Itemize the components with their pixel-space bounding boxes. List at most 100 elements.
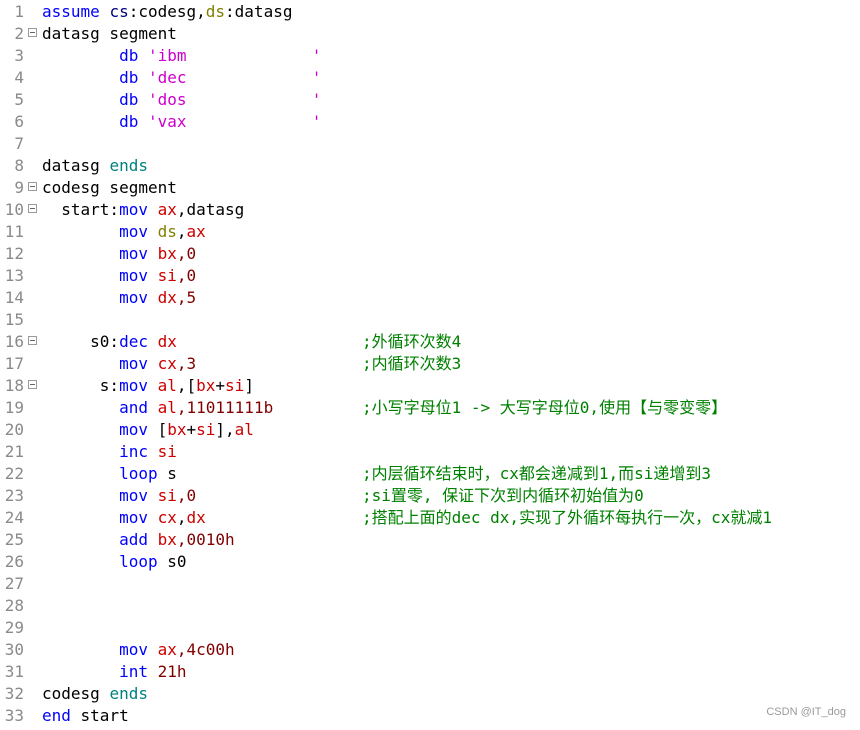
- line-number: 6: [14, 112, 24, 131]
- code-line[interactable]: 14 mov dx,5: [0, 287, 860, 309]
- line-number: 31: [4, 662, 24, 681]
- code-text: mov ax,4c00h: [42, 639, 235, 661]
- code-token: :codesg,: [128, 2, 206, 21]
- code-token: +: [186, 420, 197, 439]
- line-number: 2: [14, 24, 24, 43]
- code-line[interactable]: 20 mov [bx+si],al: [0, 419, 860, 441]
- code-line[interactable]: 23 mov si,0 ;si置零, 保证下次到内循环初始值为0: [0, 485, 860, 507]
- code-editor[interactable]: 1 assume cs:codesg,ds:datasg 2 datasg segme…: [0, 0, 860, 730]
- code-token: datasg: [42, 156, 110, 175]
- code-line[interactable]: 10 start:mov ax,datasg: [0, 199, 860, 221]
- line-number: 24: [4, 508, 24, 527]
- fold-toggle-icon[interactable]: [28, 380, 37, 389]
- code-token: cx: [157, 508, 177, 527]
- code-token: dx: [157, 332, 177, 351]
- watermark: CSDN @IT_dog: [766, 706, 846, 718]
- code-line[interactable]: 25 add bx,0010h: [0, 529, 860, 551]
- fold-toggle-icon[interactable]: [28, 204, 37, 213]
- code-line[interactable]: 19 and al,11011111b ;小写字母位1 -> 大写字母位0,使用【…: [0, 397, 860, 419]
- code-line[interactable]: 33 end start: [0, 705, 860, 727]
- code-line[interactable]: 5 db 'dos ': [0, 89, 860, 111]
- code-token: db: [119, 112, 139, 131]
- code-token: ,0010h: [176, 530, 235, 549]
- code-line[interactable]: 30 mov ax,4c00h: [0, 639, 860, 661]
- code-token: s0:: [42, 332, 120, 351]
- code-line[interactable]: 21 inc si: [0, 441, 860, 463]
- code-line[interactable]: 15: [0, 309, 860, 331]
- code-line[interactable]: 12 mov bx,0: [0, 243, 860, 265]
- code-text: and al,11011111b: [42, 397, 273, 419]
- code-token: al: [234, 420, 254, 439]
- code-line[interactable]: 13 mov si,0: [0, 265, 860, 287]
- line-number: 20: [4, 420, 24, 439]
- code-token: start:: [42, 200, 120, 219]
- code-token: 'dec ': [147, 68, 322, 87]
- line-number: 28: [4, 596, 24, 615]
- code-line[interactable]: 32 codesg ends: [0, 683, 860, 705]
- code-token: si: [196, 420, 216, 439]
- code-line[interactable]: 17 mov cx,3 ;内循环次数3: [0, 353, 860, 375]
- code-line[interactable]: 27: [0, 573, 860, 595]
- fold-toggle-icon[interactable]: [28, 336, 37, 345]
- code-line[interactable]: 4 db 'dec ': [0, 67, 860, 89]
- code-line[interactable]: 6 db 'vax ': [0, 111, 860, 133]
- line-number: 4: [14, 68, 24, 87]
- fold-toggle-icon[interactable]: [28, 28, 37, 37]
- code-line[interactable]: 16 s0:dec dx ;外循环次数4: [0, 331, 860, 353]
- line-number: 13: [4, 266, 24, 285]
- line-number: 18: [4, 376, 24, 395]
- line-number: 27: [4, 574, 24, 593]
- code-line[interactable]: 18 s:mov al,[bx+si]: [0, 375, 860, 397]
- line-number: 22: [4, 464, 24, 483]
- code-line[interactable]: 1 assume cs:codesg,ds:datasg: [0, 1, 860, 23]
- code-line[interactable]: 22 loop s ;内层循环结束时，cx都会递减到1,而si递增到3: [0, 463, 860, 485]
- line-number: 25: [4, 530, 24, 549]
- code-line[interactable]: 24 mov cx,dx ;搭配上面的dec dx,实现了外循环每执行一次，cx就…: [0, 507, 860, 529]
- code-token: loop: [119, 552, 158, 571]
- code-text: loop s: [42, 463, 177, 485]
- code-token: db: [119, 68, 139, 87]
- fold-toggle-icon[interactable]: [28, 182, 37, 191]
- code-token: dec: [119, 332, 148, 351]
- code-comment: ;内循环次数3: [362, 354, 462, 373]
- code-line[interactable]: 29: [0, 617, 860, 639]
- code-line[interactable]: 11 mov ds,ax: [0, 221, 860, 243]
- code-text: end start: [42, 705, 129, 727]
- code-token: ends: [109, 684, 148, 703]
- code-token: 'ibm ': [147, 46, 322, 65]
- code-token: ,5: [176, 288, 197, 307]
- code-comment: ;内层循环结束时，cx都会递减到1,而si递增到3: [362, 464, 712, 483]
- line-number: 21: [4, 442, 24, 461]
- code-token: mov: [119, 420, 148, 439]
- code-line[interactable]: 28: [0, 595, 860, 617]
- code-line[interactable]: 8 datasg ends: [0, 155, 860, 177]
- code-token: ]: [244, 376, 254, 395]
- code-line[interactable]: 9 codesg segment: [0, 177, 860, 199]
- code-line[interactable]: 2 datasg segment: [0, 23, 860, 45]
- code-line[interactable]: 31 int 21h: [0, 661, 860, 683]
- code-token: mov: [119, 266, 148, 285]
- code-text: datasg segment: [42, 23, 177, 45]
- code-token: codesg segment: [42, 178, 177, 197]
- code-token: ,0: [176, 486, 197, 505]
- code-line[interactable]: 7: [0, 133, 860, 155]
- code-text: mov [bx+si],al: [42, 419, 254, 441]
- code-token: ],: [215, 420, 235, 439]
- code-token: 'vax ': [147, 112, 322, 131]
- line-number: 15: [4, 310, 24, 329]
- code-line[interactable]: 3 db 'ibm ': [0, 45, 860, 67]
- code-comment: ;外循环次数4: [362, 332, 462, 351]
- code-line[interactable]: 26 loop s0: [0, 551, 860, 573]
